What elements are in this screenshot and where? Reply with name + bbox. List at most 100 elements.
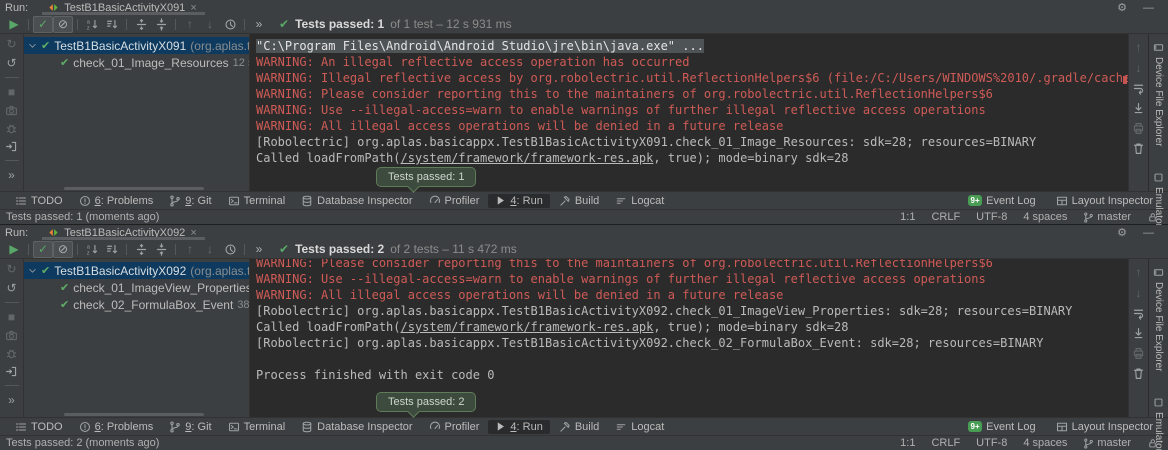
thread-dump-icon[interactable] [5, 329, 18, 342]
chevron-down-icon[interactable] [28, 41, 37, 50]
toolwindow-profiler[interactable]: Profiler [422, 194, 487, 208]
expand-all-icon[interactable] [131, 241, 151, 258]
rerun-icon[interactable]: ↻ [6, 262, 16, 276]
caret-position[interactable]: 1:1 [900, 211, 915, 223]
show-passed-toggle[interactable]: ✓ [33, 16, 53, 33]
tree-horizontal-scrollbar[interactable] [64, 413, 204, 416]
toolwindow-logcat[interactable]: Logcat [608, 194, 671, 208]
error-stripe-mark[interactable] [1123, 76, 1127, 84]
emulator-button[interactable]: Emulator [1153, 397, 1164, 450]
toolwindow-todo[interactable]: TODO [8, 194, 70, 208]
toolwindow-database-inspector[interactable]: Database Inspector [294, 194, 419, 208]
close-icon[interactable]: × [190, 227, 196, 239]
more-icon[interactable]: » [8, 168, 15, 182]
indent-setting[interactable]: 4 spaces [1023, 437, 1067, 449]
down-stack-trace-icon[interactable]: ↓ [1136, 286, 1142, 300]
toolwindow-logcat[interactable]: Logcat [608, 420, 671, 434]
down-stack-trace-icon[interactable]: ↓ [1136, 61, 1142, 75]
toolwindow-build[interactable]: Build [552, 194, 606, 208]
toolwindow-event-log[interactable]: 9+ Event Log [961, 420, 1043, 434]
toolwindow-database-inspector[interactable]: Database Inspector [294, 420, 419, 434]
line-ending[interactable]: CRLF [931, 211, 960, 223]
up-stack-trace-icon[interactable]: ↑ [1136, 265, 1142, 279]
rerun-tests-button[interactable]: ▶ [4, 241, 24, 258]
console-file-link[interactable]: /system/framework/framework-res.apk [401, 151, 654, 165]
sort-by-duration-icon[interactable] [102, 241, 122, 258]
file-encoding[interactable]: UTF-8 [976, 211, 1007, 223]
test-tree-row[interactable]: ✔ check_02_FormulaBox_Event 381 ms [24, 296, 249, 313]
soft-wrap-icon[interactable] [1132, 82, 1145, 95]
restore-layout-icon[interactable] [5, 140, 18, 153]
collapse-all-icon[interactable] [151, 241, 171, 258]
up-stack-trace-icon[interactable]: ↑ [1136, 40, 1142, 54]
minimize-icon[interactable]: — [1143, 227, 1154, 239]
git-branch-widget[interactable]: master [1083, 437, 1131, 449]
file-encoding[interactable]: UTF-8 [976, 437, 1007, 449]
attach-debugger-icon[interactable] [5, 122, 18, 135]
show-passed-toggle[interactable]: ✓ [33, 241, 53, 258]
stop-icon[interactable]: ■ [8, 85, 15, 99]
rerun-failed-tests-icon[interactable]: ↺ [6, 56, 16, 70]
gear-icon[interactable]: ⚙ [1117, 1, 1127, 14]
more-icon[interactable]: » [8, 393, 15, 407]
test-history-icon[interactable] [220, 16, 240, 33]
scroll-to-end-icon[interactable] [1132, 102, 1145, 115]
collapse-all-icon[interactable] [151, 16, 171, 33]
rerun-tests-button[interactable]: ▶ [4, 16, 24, 33]
test-tree-row[interactable]: ✔ check_01_ImageView_Properties 11 s 91 … [24, 279, 249, 296]
emulator-button[interactable]: Emulator [1153, 172, 1164, 227]
chevron-down-icon[interactable] [28, 266, 37, 275]
rerun-failed-tests-icon[interactable]: ↺ [6, 281, 16, 295]
print-icon[interactable] [1132, 122, 1145, 135]
scroll-to-end-icon[interactable] [1132, 327, 1145, 340]
more-actions-icon[interactable]: » [249, 241, 269, 258]
device-file-explorer-button[interactable]: Device File Explorer [1153, 267, 1164, 371]
indent-setting[interactable]: 4 spaces [1023, 211, 1067, 223]
device-file-explorer-button[interactable]: Device File Explorer [1153, 42, 1164, 146]
previous-failed-test-icon[interactable]: ↑ [180, 16, 200, 33]
rerun-icon[interactable]: ↻ [6, 37, 16, 51]
tree-horizontal-scrollbar[interactable] [64, 187, 204, 190]
toolwindow-layout-inspector[interactable]: Layout Inspector [1049, 194, 1160, 208]
minimize-icon[interactable]: — [1143, 2, 1154, 14]
close-icon[interactable]: × [190, 2, 196, 14]
next-failed-test-icon[interactable]: ↓ [200, 16, 220, 33]
gear-icon[interactable]: ⚙ [1117, 226, 1127, 239]
restore-layout-icon[interactable] [5, 365, 18, 378]
soft-wrap-icon[interactable] [1132, 307, 1145, 320]
toolwindow-run[interactable]: 4: Run [488, 194, 549, 208]
toolwindow-terminal[interactable]: Terminal [221, 194, 293, 208]
toolwindow-run[interactable]: 4: Run [488, 420, 549, 434]
clear-console-icon[interactable] [1132, 142, 1145, 155]
toolwindow-profiler[interactable]: Profiler [422, 420, 487, 434]
sort-by-duration-icon[interactable] [102, 16, 122, 33]
toolwindow-git[interactable]: 9: Git [162, 420, 218, 434]
test-history-icon[interactable] [220, 241, 240, 258]
more-actions-icon[interactable]: » [249, 16, 269, 33]
show-ignored-toggle[interactable]: ⊘ [53, 241, 73, 258]
toolwindow-problems[interactable]: 6: Problems [72, 420, 161, 434]
thread-dump-icon[interactable] [5, 104, 18, 117]
print-icon[interactable] [1132, 347, 1145, 360]
toolwindow-build[interactable]: Build [552, 420, 606, 434]
previous-failed-test-icon[interactable]: ↑ [180, 241, 200, 258]
attach-debugger-icon[interactable] [5, 347, 18, 360]
show-ignored-toggle[interactable]: ⊘ [53, 16, 73, 33]
toolwindow-problems[interactable]: 6: Problems [72, 194, 161, 208]
clear-console-icon[interactable] [1132, 367, 1145, 380]
toolwindow-layout-inspector[interactable]: Layout Inspector [1049, 420, 1160, 434]
toolwindow-event-log[interactable]: 9+ Event Log [961, 194, 1043, 208]
test-tree-root-row[interactable]: ✔ TestB1BasicActivityX092 (org.aplas.t 1… [24, 262, 249, 279]
stop-icon[interactable]: ■ [8, 310, 15, 324]
toolwindow-todo[interactable]: TODO [8, 420, 70, 434]
sort-alphabetically-icon[interactable]: a z [82, 241, 102, 258]
expand-all-icon[interactable] [131, 16, 151, 33]
run-tab[interactable]: TestB1BasicActivityX092 × [42, 225, 205, 240]
git-branch-widget[interactable]: master [1083, 211, 1131, 223]
next-failed-test-icon[interactable]: ↓ [200, 241, 220, 258]
test-tree-root-row[interactable]: ✔ TestB1BasicActivityX091 (org.aplas.t 1… [24, 37, 249, 54]
toolwindow-git[interactable]: 9: Git [162, 194, 218, 208]
test-tree-row[interactable]: ✔ check_01_Image_Resources 12 s 931 ms [24, 54, 249, 71]
toolwindow-terminal[interactable]: Terminal [221, 420, 293, 434]
sort-alphabetically-icon[interactable]: a z [82, 16, 102, 33]
